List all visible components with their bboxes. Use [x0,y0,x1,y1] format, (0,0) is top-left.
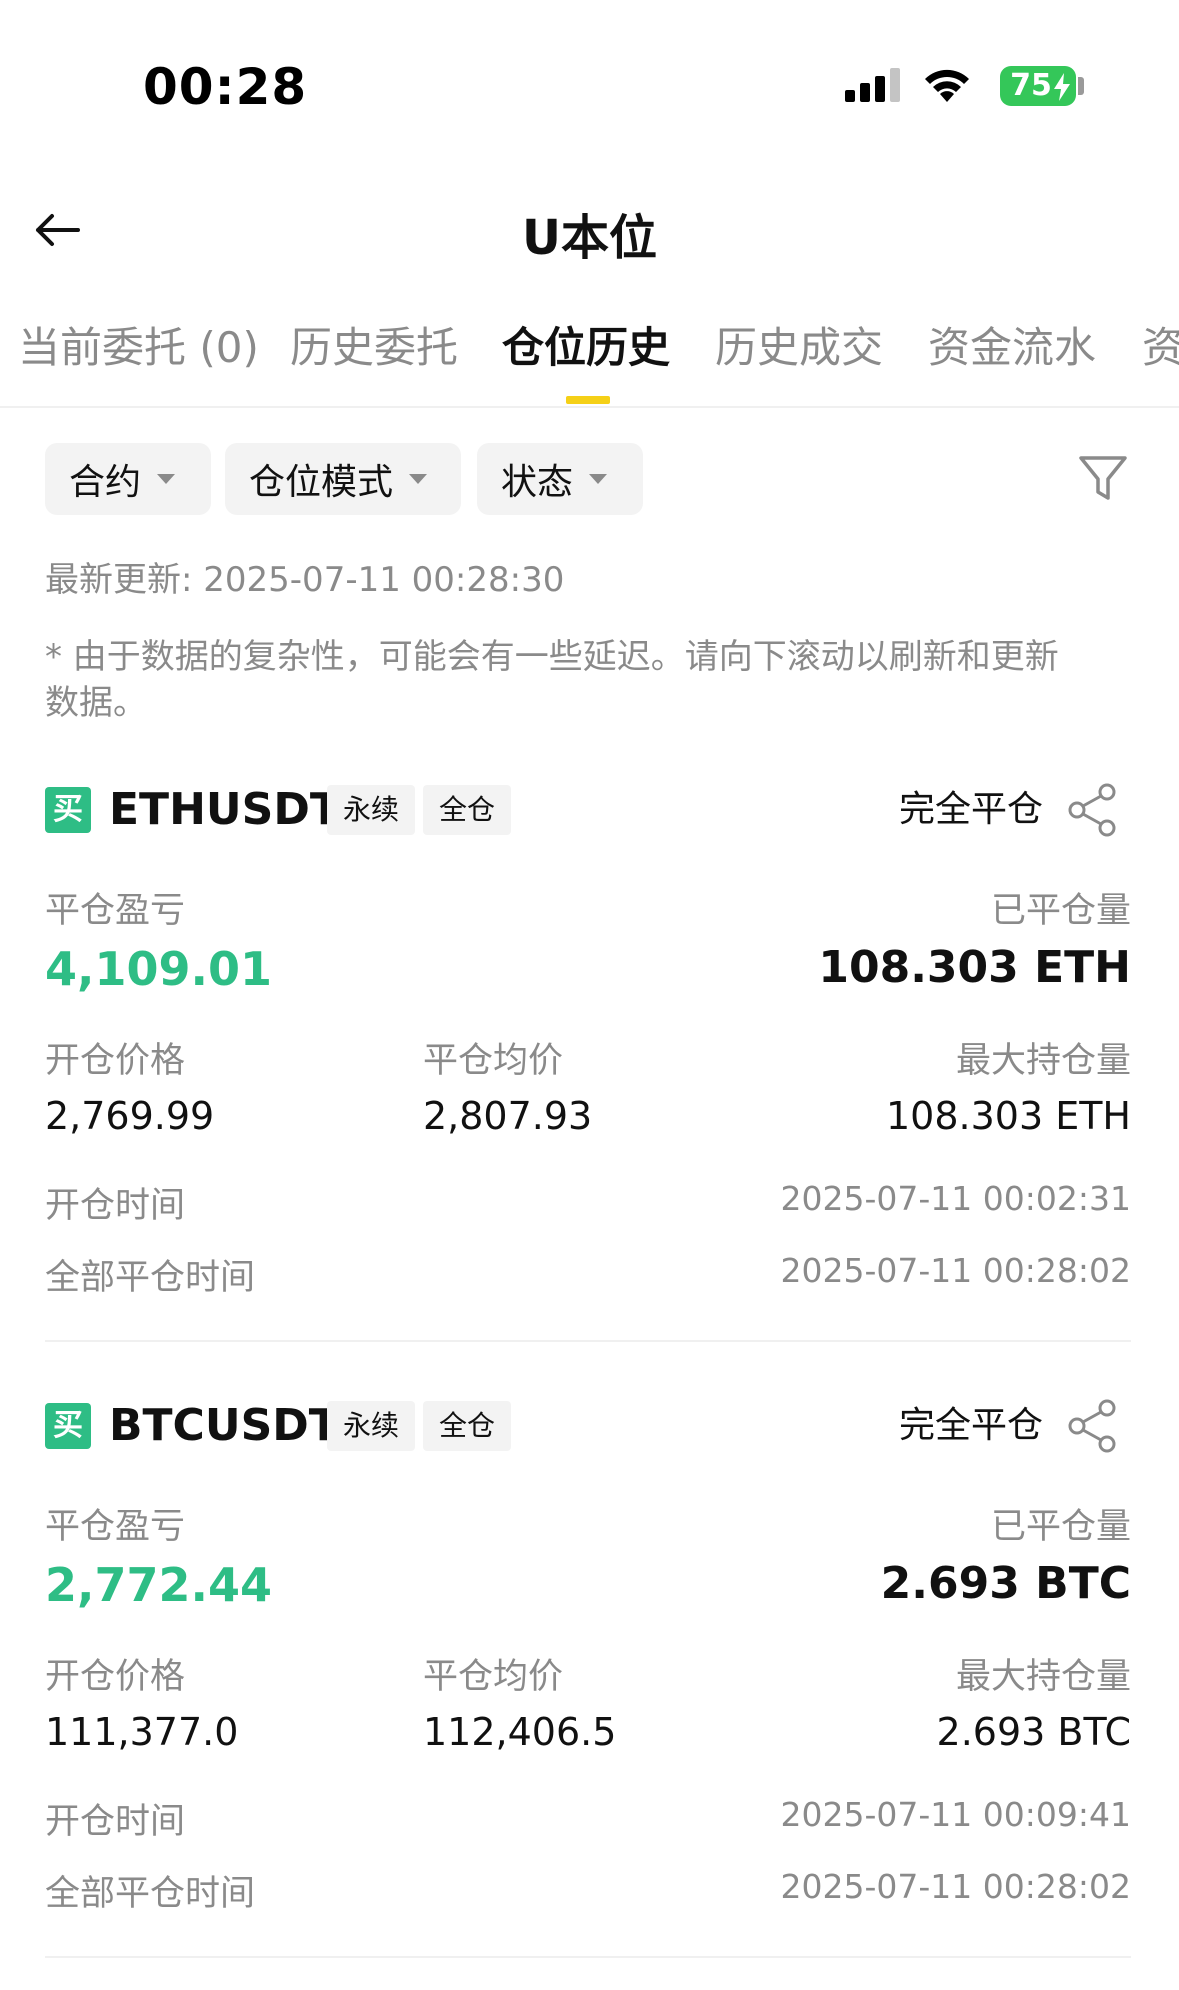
nav-header: U本位 [0,180,1179,280]
caret-down-icon [589,474,608,484]
charging-bolt-icon [1054,73,1070,101]
position-card-header: 买 BTCUSDT 永续 全仓 完全平仓 [45,1398,1131,1454]
margin-mode-tag: 全仓 [423,1401,511,1451]
full-close-time-label: 全部平仓时间 [45,1258,256,1298]
filter-status[interactable]: 状态 [477,443,643,515]
avg-close-price-label: 平仓均价 [423,1657,564,1697]
margin-mode-tag: 全仓 [423,785,511,835]
page-title: U本位 [522,210,657,266]
avg-close-price-value: 2,807.93 [423,1094,593,1138]
position-card[interactable]: 买 ETHUSDT 永续 全仓 完全平仓 平仓盈亏 已平仓量 4,109.01 … [45,782,1131,1342]
cellular-signal-icon [845,68,900,102]
position-card[interactable]: 买 BTCUSDT 永续 全仓 完全平仓 平仓盈亏 已平仓量 2,772.44 … [45,1398,1131,1958]
close-status: 完全平仓 [898,789,1043,830]
closed-qty-label: 已平仓量 [990,891,1131,931]
entry-price-label: 开仓价格 [45,1657,186,1697]
closed-qty-value: 2.693 BTC [880,1558,1131,1609]
max-position-label: 最大持仓量 [955,1041,1131,1081]
realized-pnl-label: 平仓盈亏 [45,891,186,931]
entry-price-value: 111,377.0 [45,1710,239,1754]
filter-status-label: 状态 [501,462,574,503]
data-delay-notice: * 由于数据的复杂性，可能会有一些延迟。请向下滚动以刷新和更新数据。 [45,637,1059,723]
close-status: 完全平仓 [898,1405,1043,1446]
status-time: 00:28 [143,58,308,116]
full-close-time-value: 2025-07-11 00:28:02 [780,1867,1131,1906]
realized-pnl-value: 2,772.44 [45,1558,272,1612]
position-symbol: BTCUSDT [109,1400,339,1451]
open-time-value: 2025-07-11 00:02:31 [780,1179,1131,1218]
tab-trade-history[interactable]: 历史成交 [715,318,883,406]
entry-price-value: 2,769.99 [45,1094,215,1138]
realized-pnl-value: 4,109.01 [45,942,272,996]
contract-type-tag: 永续 [327,785,415,835]
status-bar: 00:28 75 [0,0,1179,150]
open-time-value: 2025-07-11 00:09:41 [780,1795,1131,1834]
wifi-icon [925,69,969,102]
tab-more[interactable]: 资 [1142,318,1179,406]
share-icon[interactable] [1063,782,1123,838]
contract-type-tag: 永续 [327,1401,415,1451]
max-position-value: 2.693 BTC [936,1710,1131,1754]
last-updated-text: 最新更新: 2025-07-11 00:28:30 [45,560,565,600]
side-badge: 买 [45,787,91,833]
caret-down-icon [409,474,428,484]
realized-pnl-label: 平仓盈亏 [45,1507,186,1547]
caret-down-icon [157,474,176,484]
tab-order-history[interactable]: 历史委托 [290,318,458,406]
filter-funnel-icon[interactable] [1075,450,1131,506]
filter-contract-label: 合约 [69,462,142,503]
share-icon[interactable] [1063,1398,1123,1454]
avg-close-price-label: 平仓均价 [423,1041,564,1081]
tab-bar: 当前委托 (0) 历史委托 仓位历史 历史成交 资金流水 资 [0,318,1179,408]
entry-price-label: 开仓价格 [45,1041,186,1081]
closed-qty-label: 已平仓量 [990,1507,1131,1547]
filter-position-mode[interactable]: 仓位模式 [225,443,461,515]
open-time-label: 开仓时间 [45,1186,186,1226]
full-close-time-label: 全部平仓时间 [45,1874,256,1914]
open-time-label: 开仓时间 [45,1802,186,1842]
card-divider [45,1340,1131,1342]
full-close-time-value: 2025-07-11 00:28:02 [780,1251,1131,1290]
side-badge: 买 [45,1403,91,1449]
filter-position-mode-label: 仓位模式 [249,462,394,503]
position-symbol: ETHUSDT [109,784,340,835]
tab-open-orders[interactable]: 当前委托 (0) [18,318,259,406]
active-tab-indicator [566,396,610,404]
avg-close-price-value: 112,406.5 [423,1710,617,1754]
tab-transaction-history[interactable]: 资金流水 [928,318,1096,406]
closed-qty-value: 108.303 ETH [818,942,1131,993]
max-position-label: 最大持仓量 [955,1657,1131,1697]
filter-contract[interactable]: 合约 [45,443,211,515]
position-card-header: 买 ETHUSDT 永续 全仓 完全平仓 [45,782,1131,838]
card-divider [45,1956,1131,1958]
tab-position-history[interactable]: 仓位历史 [502,318,670,406]
max-position-value: 108.303 ETH [885,1094,1131,1138]
battery-cap [1078,77,1084,95]
